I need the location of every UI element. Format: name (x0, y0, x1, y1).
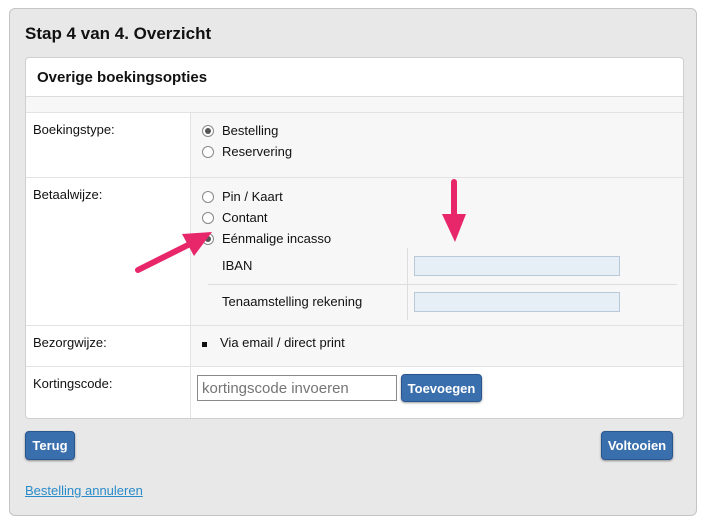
tenaamstelling-row: Tenaamstelling rekening (208, 284, 677, 320)
tenaamstelling-input[interactable] (414, 292, 620, 312)
boekingstype-label: Boekingstype: (33, 122, 115, 137)
bezorgwijze-value: Via email / direct print (220, 335, 345, 350)
bezorgwijze-options: Via email / direct print (190, 326, 683, 366)
checkout-container: Stap 4 van 4. Overzicht Overige boekings… (9, 8, 697, 516)
radio-label: Contant (222, 210, 268, 225)
annotation-arrow-icon (135, 232, 212, 273)
kortingscode-input[interactable] (197, 375, 397, 401)
panel-title: Overige boekingsopties (26, 58, 683, 97)
annotation-arrow-icon (442, 179, 466, 242)
radio-button[interactable] (202, 190, 214, 203)
row-kortingscode: Kortingscode: Toevoegen (26, 367, 683, 418)
iban-row: IBAN (208, 248, 677, 285)
kortingscode-label: Kortingscode: (33, 376, 113, 391)
booking-options-panel: Overige boekingsopties Boekingstype: Bes… (25, 57, 684, 419)
radio-button-selected[interactable] (202, 124, 214, 137)
radio-button[interactable] (202, 145, 214, 158)
finish-button[interactable]: Voltooien (601, 431, 673, 460)
radio-label: Pin / Kaart (222, 189, 283, 204)
cancel-order-link[interactable]: Bestelling annuleren (25, 483, 143, 498)
bezorgwijze-label: Bezorgwijze: (33, 335, 107, 350)
divider (407, 284, 408, 320)
row-betaalwijze: Betaalwijze: Pin / Kaart Contant Eénmali… (26, 178, 683, 326)
bullet-icon (202, 342, 207, 347)
radio-option-reservering[interactable]: Reservering (202, 144, 292, 159)
betaalwijze-label: Betaalwijze: (33, 187, 103, 202)
row-boekingstype: Boekingstype: Bestelling Reservering (26, 113, 683, 178)
radio-option-pin-kaart[interactable]: Pin / Kaart (202, 189, 283, 204)
iban-input[interactable] (414, 256, 620, 276)
betaalwijze-options: Pin / Kaart Contant Eénmalige incasso IB… (190, 178, 683, 325)
row-bezorgwijze: Bezorgwijze: Via email / direct print (26, 326, 683, 367)
boekingstype-options: Bestelling Reservering (190, 113, 683, 177)
step-title: Stap 4 van 4. Overzicht (25, 24, 212, 43)
panel-spacer (26, 97, 683, 113)
radio-label: Bestelling (222, 123, 279, 138)
radio-label: Reservering (222, 144, 293, 159)
iban-label: IBAN (222, 258, 253, 273)
kortingscode-field: Toevoegen (190, 367, 683, 418)
radio-option-eenmalige-incasso[interactable]: Eénmalige incasso (202, 231, 331, 246)
divider (407, 248, 408, 284)
radio-option-bestelling[interactable]: Bestelling (202, 123, 278, 138)
add-discount-button[interactable]: Toevoegen (401, 374, 482, 402)
tenaamstelling-label: Tenaamstelling rekening (222, 294, 363, 309)
back-button[interactable]: Terug (25, 431, 75, 460)
radio-label: Eénmalige incasso (222, 231, 332, 246)
